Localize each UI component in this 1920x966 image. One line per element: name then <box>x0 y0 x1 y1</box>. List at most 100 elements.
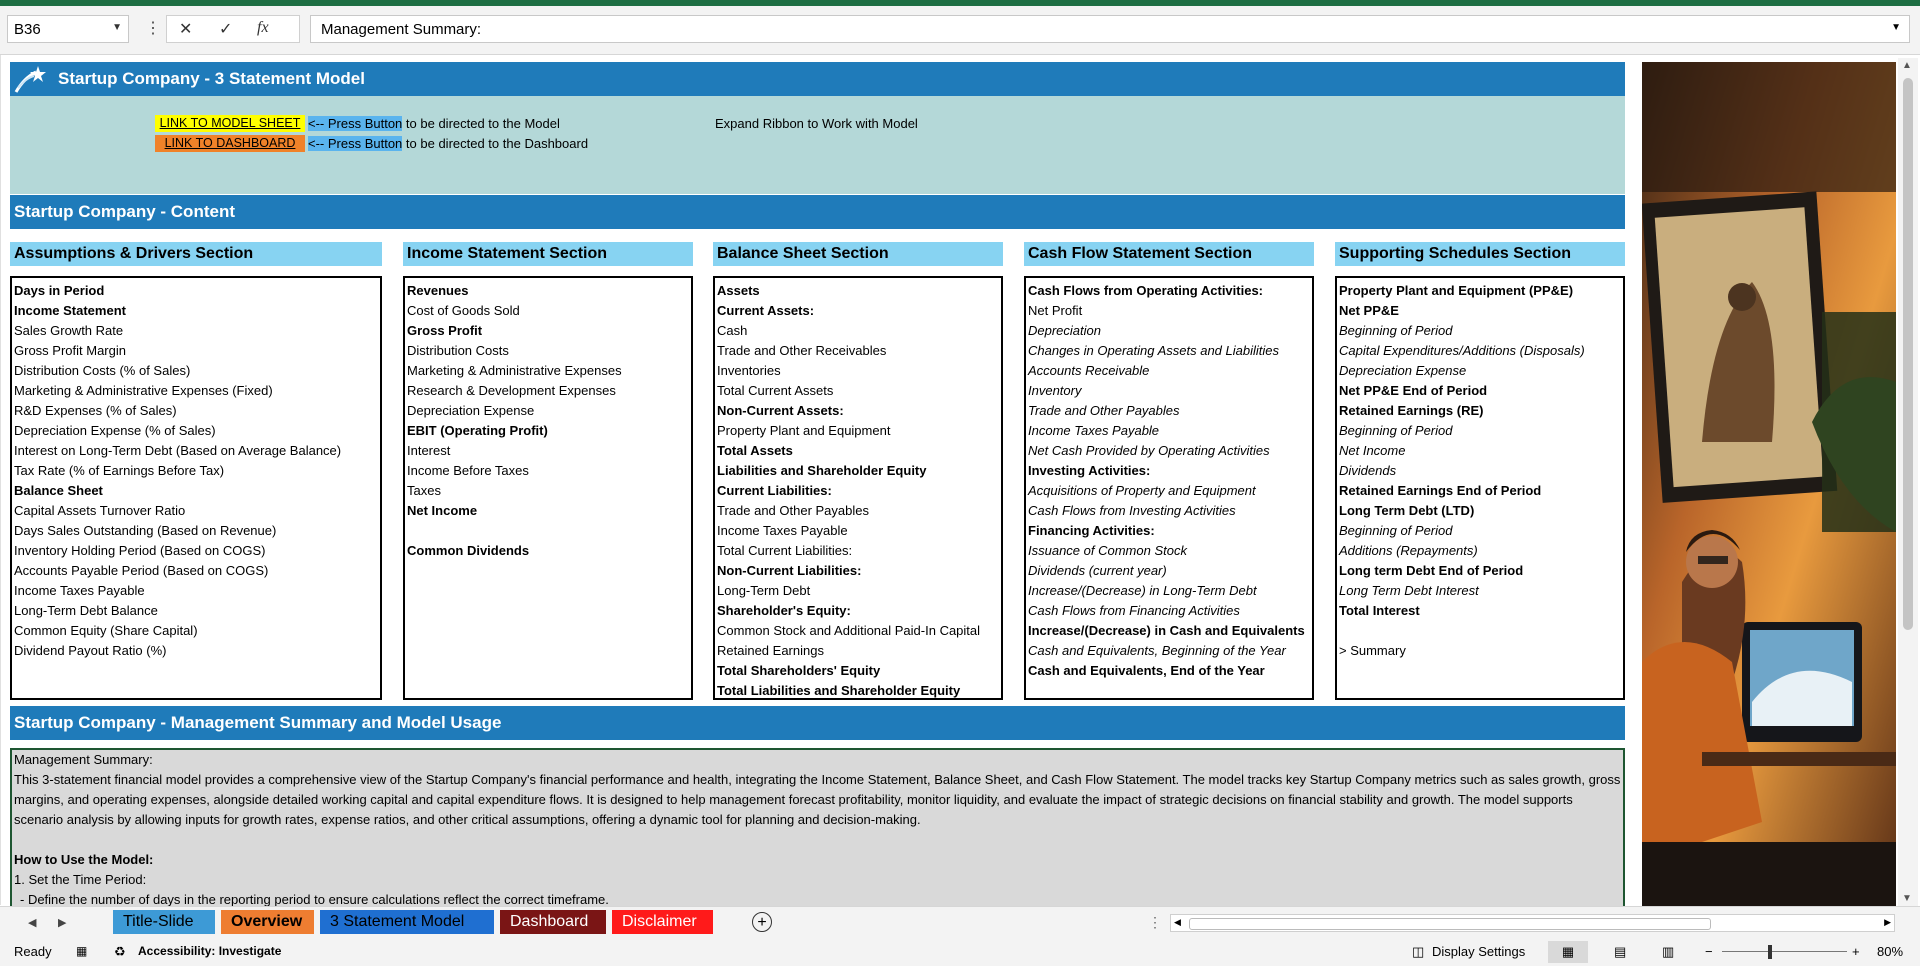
list-item: Current Assets: <box>717 303 815 318</box>
list-item: Net Income <box>407 503 478 518</box>
enter-check-icon[interactable]: ✓ <box>219 19 232 39</box>
tab-overview[interactable]: Overview <box>221 910 314 934</box>
list-item: Property Plant and Equipment (PP&E) <box>1339 283 1574 298</box>
page-title-bar: Startup Company - 3 Statement Model <box>10 62 1625 96</box>
horizontal-scrollbar[interactable]: ◀ ▶ <box>1170 914 1895 932</box>
summary-title: Startup Company - Management Summary and… <box>14 713 502 732</box>
howto-title: How to Use the Model: <box>14 852 154 867</box>
list-item: Retained Earnings <box>717 643 824 658</box>
list-item: Trade and Other Payables <box>717 503 869 518</box>
next-sheet-icon[interactable]: ▶ <box>58 916 66 929</box>
chevron-down-icon[interactable]: ▼ <box>112 22 122 33</box>
list-item: Total Current Assets <box>717 383 834 398</box>
formula-input[interactable]: Management Summary: ▼ <box>310 15 1910 43</box>
list-item: Dividends (current year) <box>1028 563 1167 578</box>
section-list-income-statement: Revenues Cost of Goods Sold Gross Profit Di… <box>403 276 693 700</box>
display-settings-icon[interactable]: ◫ <box>1412 944 1424 960</box>
zoom-in-icon[interactable]: + <box>1852 944 1860 959</box>
list-item: Cash and Equivalents, End of the Year <box>1028 663 1265 678</box>
list-item: Net PP&E <box>1339 303 1399 318</box>
list-item: Issuance of Common Stock <box>1028 543 1187 558</box>
section-heading-assumptions: Assumptions & Drivers Section <box>10 242 382 266</box>
list-item: Beginning of Period <box>1339 423 1453 438</box>
tab-disclaimer[interactable]: Disclaimer <box>612 910 713 934</box>
horizontal-scroll-thumb[interactable] <box>1189 918 1711 930</box>
tab-3-statement-model[interactable]: 3 Statement Model <box>320 910 494 934</box>
insert-function-icon[interactable]: fx <box>257 19 269 37</box>
add-sheet-icon[interactable]: + <box>752 912 772 932</box>
previous-sheet-icon[interactable]: ◀ <box>28 916 36 929</box>
list-item: Total Interest <box>1339 603 1420 618</box>
management-summary-box[interactable]: Management Summary: This 3-statement fin… <box>10 748 1625 908</box>
illustration-image <box>1642 62 1896 907</box>
scroll-down-icon[interactable]: ▼ <box>1902 893 1912 904</box>
more-options-icon[interactable]: ⋮ <box>145 18 161 38</box>
list-item: Common Equity (Share Capital) <box>14 623 198 638</box>
status-bar: Ready ▦ ♻ Accessibility: Investigate ◫ D… <box>0 938 1920 966</box>
tab-title-slide[interactable]: Title-Slide <box>113 910 215 934</box>
list-item: EBIT (Operating Profit) <box>407 423 548 438</box>
zoom-slider[interactable] <box>1722 951 1847 952</box>
vertical-scrollbar[interactable]: ▲ ▼ <box>1898 58 1918 906</box>
section-heading-income-statement: Income Statement Section <box>403 242 693 266</box>
cancel-icon[interactable]: ✕ <box>179 19 192 39</box>
list-item: Balance Sheet <box>14 483 103 498</box>
list-item: Depreciation Expense <box>1339 363 1467 378</box>
normal-view-icon[interactable]: ▦ <box>1548 941 1588 963</box>
section-list-balance-sheet: Assets Current Assets: Cash Trade and Other… <box>713 276 1003 700</box>
page-layout-view-icon[interactable]: ▤ <box>1614 944 1626 960</box>
scroll-up-icon[interactable]: ▲ <box>1902 60 1912 71</box>
link-dashboard-button[interactable]: LINK TO DASHBOARD <box>155 135 305 152</box>
content-title: Startup Company - Content <box>14 202 235 221</box>
link-model-sheet-button[interactable]: LINK TO MODEL SHEET <box>155 115 305 132</box>
list-item: Long Term Debt Interest <box>1339 583 1479 598</box>
list-item: Assets <box>717 283 760 298</box>
display-settings-label[interactable]: Display Settings <box>1432 944 1525 959</box>
list-item: Dividend Payout Ratio (%) <box>14 643 167 658</box>
list-item: Income Taxes Payable <box>14 583 145 598</box>
list-item: Days Sales Outstanding (Based on Revenue… <box>14 523 277 538</box>
list-item: Revenues <box>407 283 469 298</box>
list-item: Retained Earnings (RE) <box>1339 403 1484 418</box>
scroll-left-icon[interactable]: ◀ <box>1174 917 1181 928</box>
list-item: Depreciation Expense <box>407 403 535 418</box>
list-item: Inventories <box>717 363 781 378</box>
vertical-scroll-thumb[interactable] <box>1903 78 1913 630</box>
model-hint: <-- Press Button to be directed to the M… <box>308 116 560 131</box>
ribbon-note: Expand Ribbon to Work with Model <box>715 116 918 131</box>
list-item: Beginning of Period <box>1339 523 1453 538</box>
list-item: Net Income <box>1339 443 1406 458</box>
list-item: Interest <box>407 443 451 458</box>
scroll-right-icon[interactable]: ▶ <box>1884 917 1891 928</box>
press-arrow-label: <-- Press Button <box>308 136 403 151</box>
list-item: Additions (Repayments) <box>1339 543 1478 558</box>
macro-record-icon[interactable]: ▦ <box>76 944 87 958</box>
list-item: Cash Flows from Operating Activities: <box>1028 283 1264 298</box>
list-item: Total Assets <box>717 443 793 458</box>
zoom-slider-thumb[interactable] <box>1768 945 1772 959</box>
list-item: Retained Earnings End of Period <box>1339 483 1542 498</box>
accessibility-icon[interactable]: ♻ <box>114 944 126 960</box>
list-item: Tax Rate (% of Earnings Before Tax) <box>14 463 225 478</box>
expand-formula-icon[interactable]: ▼ <box>1891 22 1901 33</box>
list-item: Accounts Receivable <box>1028 363 1150 378</box>
name-box[interactable]: B36 ▼ <box>7 15 129 43</box>
section-heading-balance-sheet: Balance Sheet Section <box>713 242 1003 266</box>
zoom-level[interactable]: 80% <box>1877 944 1903 959</box>
page-title: Startup Company - 3 Statement Model <box>58 69 365 88</box>
list-item: Long-Term Debt <box>717 583 811 598</box>
list-item: Interest on Long-Term Debt (Based on Ave… <box>14 443 342 458</box>
page-break-view-icon[interactable]: ▥ <box>1662 944 1674 960</box>
list-item: Non-Current Liabilities: <box>717 563 862 578</box>
tab-dashboard[interactable]: Dashboard <box>500 910 606 934</box>
accessibility-status[interactable]: Accessibility: Investigate <box>138 944 281 958</box>
zoom-out-icon[interactable]: − <box>1705 944 1713 959</box>
list-item: Depreciation Expense (% of Sales) <box>14 423 216 438</box>
tab-splitter-icon[interactable]: ⋮ <box>1148 914 1162 931</box>
shooting-star-logo-icon <box>14 66 46 93</box>
sheet-tab-bar: ◀ ▶ Title-Slide Overview 3 Statement Mod… <box>0 906 1920 939</box>
list-item: Depreciation <box>1028 323 1101 338</box>
list-item <box>1339 621 1623 641</box>
list-item: Investing Activities: <box>1028 463 1151 478</box>
list-item: Inventory <box>1028 383 1082 398</box>
